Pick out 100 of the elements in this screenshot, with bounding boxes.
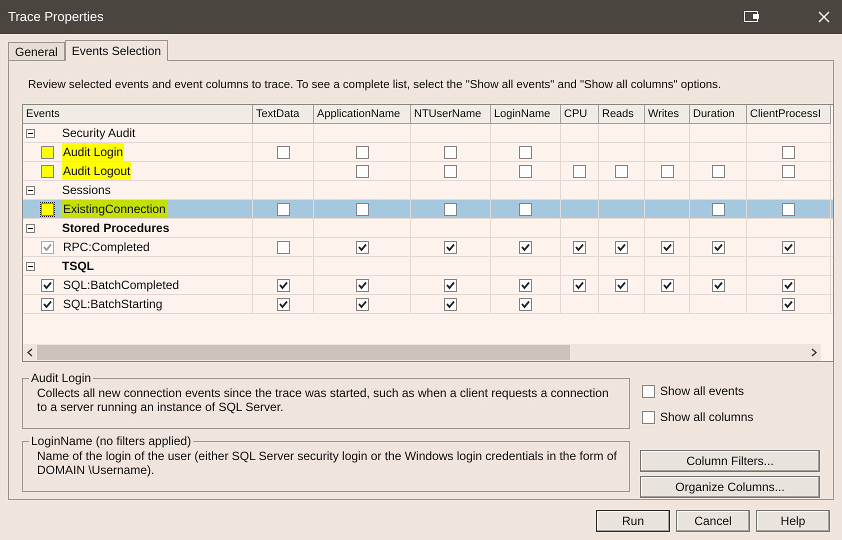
event-row[interactable]: Audit Login [23, 143, 833, 162]
collapse-icon[interactable] [26, 128, 35, 138]
checkbox[interactable] [444, 278, 457, 292]
group-title: LoginName (no filters applied) [29, 434, 194, 448]
dialog-button[interactable]: Cancel [676, 510, 750, 532]
checkbox[interactable] [41, 298, 54, 311]
checkbox[interactable] [41, 164, 54, 178]
checkbox[interactable] [356, 278, 368, 292]
checkbox[interactable] [782, 202, 795, 216]
checkbox[interactable] [712, 164, 724, 178]
checkbox[interactable] [41, 278, 54, 292]
checkbox[interactable] [615, 164, 628, 178]
checkbox[interactable] [444, 146, 457, 159]
checkbox[interactable] [276, 278, 290, 292]
checkbox[interactable] [444, 164, 457, 178]
checkbox[interactable] [782, 298, 795, 311]
checkbox[interactable] [782, 164, 795, 178]
check-icon [662, 280, 672, 290]
checkbox[interactable] [519, 146, 532, 159]
checkbox[interactable] [712, 278, 724, 292]
column-header[interactable]: Reads [599, 105, 645, 124]
column-header[interactable]: CPU [561, 105, 599, 124]
event-row[interactable]: SQL:BatchStarting [23, 295, 833, 314]
event-label: Audit Logout [62, 162, 132, 180]
column-header[interactable]: Events [23, 105, 253, 124]
checkbox[interactable] [573, 278, 586, 292]
column-header[interactable]: Duration [690, 105, 747, 124]
checkbox[interactable] [660, 278, 674, 292]
tab[interactable]: Events Selection [64, 40, 168, 61]
checkbox[interactable] [276, 202, 290, 216]
collapse-icon[interactable] [26, 262, 35, 271]
checkbox[interactable] [41, 202, 54, 216]
checkbox[interactable] [41, 146, 54, 159]
checkbox[interactable] [642, 410, 655, 424]
checkbox[interactable] [782, 278, 795, 292]
checkbox[interactable] [642, 384, 655, 398]
collapse-icon[interactable] [26, 224, 35, 233]
event-label: Audit Login [62, 143, 124, 162]
check-icon [617, 280, 626, 290]
check-icon [784, 242, 793, 252]
event-row[interactable]: Audit Logout [23, 162, 833, 182]
check-icon [43, 242, 52, 252]
column-header[interactable]: ApplicationName [314, 105, 411, 124]
event-label: SQL:BatchStarting [62, 296, 164, 314]
group-title: Audit Login [29, 371, 94, 386]
scroll-thumb[interactable] [37, 345, 570, 360]
checkbox[interactable] [519, 278, 532, 292]
check-icon [617, 242, 626, 252]
description-text: Name of the login of the user (either SQL Server security login or the Windows login credentials in the form of DOMAIN \Username). [37, 449, 618, 478]
category-label: Stored Procedures [62, 220, 170, 238]
dialog-button[interactable]: Organize Columns... [640, 476, 820, 498]
check-icon [575, 242, 584, 252]
horizontal-scrollbar[interactable] [23, 344, 821, 362]
window-title: Trace Properties [8, 8, 104, 26]
option-label[interactable]: Show all columns [660, 408, 754, 426]
checkbox[interactable] [615, 278, 628, 292]
checkbox[interactable] [444, 298, 457, 311]
checkbox[interactable] [782, 146, 795, 159]
event-label: ExistingConnection [62, 200, 167, 218]
checkbox[interactable] [444, 202, 457, 216]
checkbox[interactable] [356, 146, 368, 159]
checkbox[interactable] [276, 298, 290, 311]
check-icon [446, 242, 455, 252]
instructions-text: Review selected events and event columns to trace. To see a complete list, select the "Show all events" and "Show all columns" options. [28, 78, 722, 93]
check-icon [714, 242, 722, 252]
option-label[interactable]: Show all events [660, 382, 744, 400]
dialog-button[interactable]: Help [756, 510, 830, 532]
checkbox[interactable] [356, 202, 368, 216]
event-row[interactable]: ExistingConnection [23, 200, 833, 220]
checkbox[interactable] [356, 164, 368, 178]
dialog-button[interactable]: Column Filters... [640, 450, 820, 472]
event-label: SQL:BatchCompleted [62, 277, 180, 294]
checkbox[interactable] [660, 164, 674, 178]
column-header[interactable]: TextData [253, 105, 314, 124]
check-icon [714, 280, 722, 290]
checkbox[interactable] [519, 164, 532, 178]
checkbox[interactable] [519, 298, 532, 311]
checkbox[interactable] [712, 202, 724, 216]
checkbox[interactable] [519, 202, 532, 216]
category-label: TSQL [62, 258, 94, 276]
column-header[interactable]: NTUserName [411, 105, 491, 124]
column-header[interactable]: ClientProcessI [747, 105, 831, 124]
column-header[interactable]: LoginName [491, 105, 561, 124]
event-label: RPC:Completed [62, 239, 151, 256]
checkbox[interactable] [356, 298, 368, 311]
column-header[interactable]: Writes [645, 105, 690, 124]
category-label: Sessions [62, 182, 111, 200]
checkbox[interactable] [573, 164, 586, 178]
checkbox[interactable] [276, 146, 290, 159]
check-icon [575, 280, 584, 290]
close-icon[interactable] [818, 11, 830, 23]
check-icon [662, 242, 672, 252]
tab[interactable]: General [8, 42, 65, 60]
dialog-button[interactable]: Run [596, 510, 670, 532]
category-label: Security Audit [62, 125, 136, 142]
event-row[interactable]: SQL:BatchCompleted [23, 276, 833, 296]
collapse-icon[interactable] [26, 186, 35, 195]
window-icon[interactable] [744, 11, 760, 23]
check-icon [358, 242, 366, 252]
check-icon [521, 242, 530, 252]
